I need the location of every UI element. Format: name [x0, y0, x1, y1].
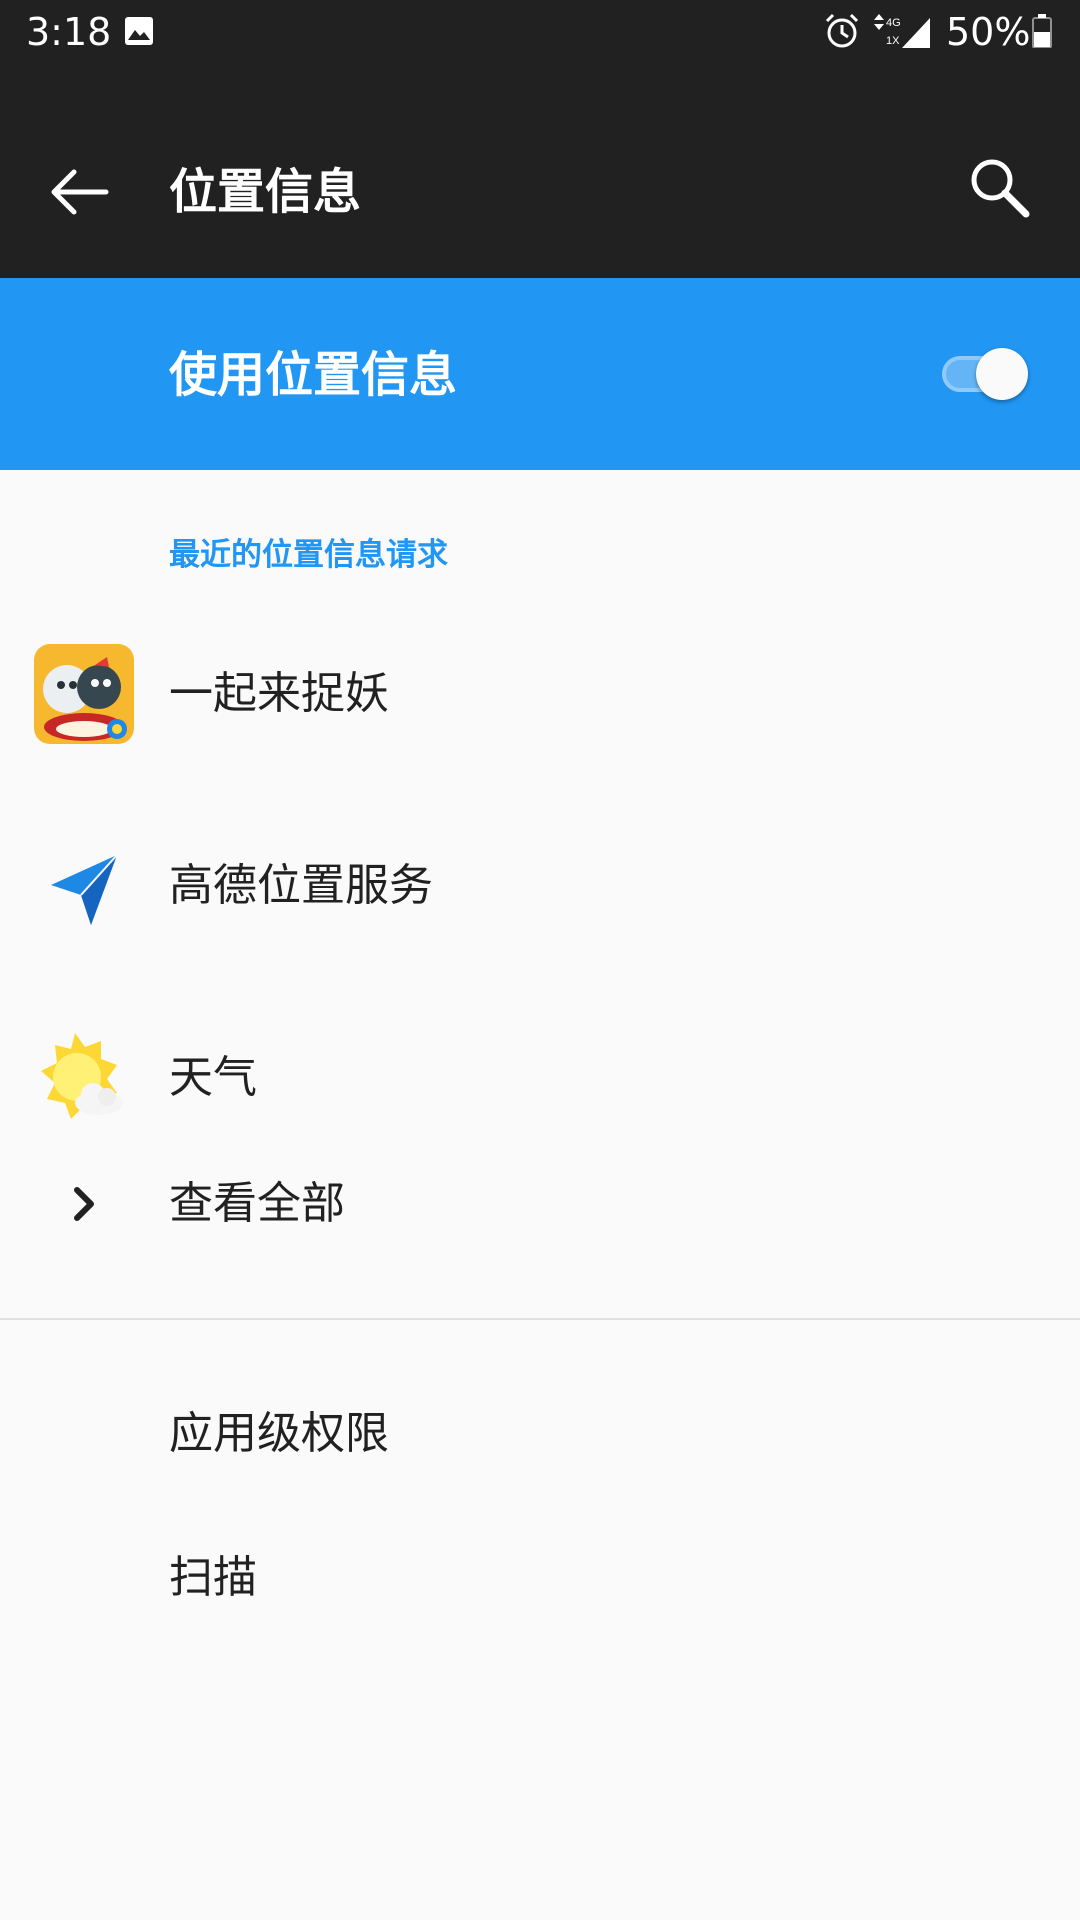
signal-icon: 4G 1X [874, 14, 930, 48]
back-arrow-icon[interactable] [40, 152, 120, 232]
scanning-label: 扫描 [169, 1552, 257, 1603]
alarm-icon [825, 13, 859, 48]
list-item-label: 高德位置服务 [169, 860, 433, 911]
use-location-switch-row[interactable]: 使用位置信息 [0, 278, 1080, 470]
list-item[interactable]: 一起来捉妖 [0, 606, 1080, 782]
sim-label: 1X [886, 35, 900, 47]
location-toggle[interactable] [938, 342, 1030, 406]
scanning-item[interactable]: 扫描 [0, 1506, 1080, 1650]
game-app-icon [34, 644, 134, 744]
status-time: 3:18 [26, 10, 112, 54]
paper-plane-icon [51, 854, 118, 925]
view-all-label: 查看全部 [169, 1178, 345, 1229]
recent-requests-header: 最近的位置信息请求 [169, 537, 448, 573]
app-bar: 位置信息 [0, 64, 1080, 278]
toggle-thumb [976, 348, 1028, 400]
search-icon[interactable] [960, 148, 1040, 228]
use-location-label: 使用位置信息 [169, 347, 458, 403]
battery-percentage: 50% [946, 10, 1031, 54]
list-item[interactable]: 天气 [0, 990, 1080, 1166]
gallery-notification-icon [125, 17, 153, 45]
app-level-permissions-label: 应用级权限 [169, 1408, 389, 1459]
list-item-label: 天气 [169, 1052, 257, 1103]
page-title: 位置信息 [169, 164, 362, 220]
list-item[interactable]: 高德位置服务 [0, 798, 1080, 974]
status-bar: 3:18 4G 1X 50% [0, 0, 1080, 64]
view-all-item[interactable]: 查看全部 [0, 1160, 1080, 1336]
battery-icon [1032, 14, 1052, 48]
list-item-label: 一起来捉妖 [169, 668, 389, 719]
chevron-right-icon [74, 1187, 94, 1221]
app-level-permissions-item[interactable]: 应用级权限 [0, 1362, 1080, 1506]
weather-sun-cloud-icon [41, 1033, 123, 1119]
network-type: 4G [886, 17, 901, 29]
section-divider [0, 1318, 1080, 1320]
